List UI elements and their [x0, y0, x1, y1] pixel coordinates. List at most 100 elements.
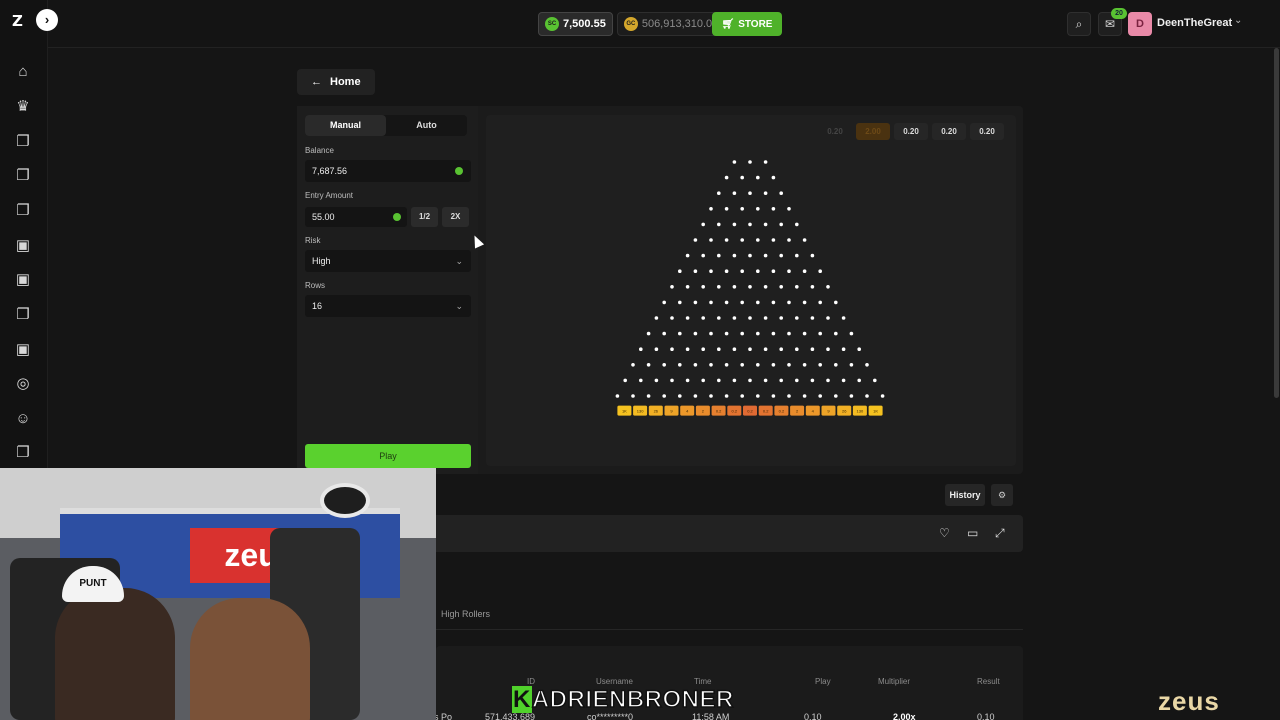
- plinko-peg: [810, 316, 815, 320]
- plinko-peg: [693, 238, 698, 242]
- recent-multipliers: 0.20 2.00 0.20 0.20 0.20: [818, 123, 1004, 140]
- tab-auto[interactable]: Auto: [386, 115, 467, 136]
- username[interactable]: DeenTheGreat: [1157, 17, 1232, 29]
- ticket-nav-icon-3[interactable]: ▣: [13, 340, 33, 360]
- ticket-nav-icon-2[interactable]: ▣: [13, 270, 33, 290]
- store-button[interactable]: 🛒︎ STORE: [712, 12, 782, 36]
- heart-icon[interactable]: ♡: [939, 526, 950, 540]
- plinko-peg: [615, 394, 620, 398]
- plinko-peg: [693, 394, 698, 398]
- theater-mode-icon[interactable]: ▭: [967, 526, 978, 540]
- sc-balance-button[interactable]: SC 7,500.55: [538, 12, 613, 36]
- plinko-peg: [771, 363, 776, 367]
- plinko-peg: [810, 347, 815, 351]
- plinko-peg: [740, 331, 744, 336]
- cam-hat: [320, 483, 370, 518]
- plinko-peg: [787, 331, 791, 336]
- streamer-caption: KADRIENBRONER: [512, 685, 770, 714]
- plinko-peg: [865, 363, 869, 367]
- plinko-peg: [740, 175, 744, 180]
- plinko-peg: [873, 378, 877, 383]
- gift-nav-icon-5[interactable]: ❐: [13, 443, 33, 463]
- plinko-peg: [763, 191, 768, 195]
- home-nav-icon[interactable]: ⌂: [13, 62, 33, 82]
- plinko-bucket-label: 26: [654, 409, 659, 414]
- plinko-bucket-label: 0.2: [779, 409, 785, 414]
- column-header: Result: [977, 677, 1000, 686]
- home-label: Home: [330, 76, 361, 88]
- plinko-peg: [810, 253, 815, 258]
- plinko-peg: [654, 347, 659, 351]
- gift-nav-icon[interactable]: ❐: [13, 132, 33, 152]
- risk-label: Risk: [305, 236, 321, 245]
- fullscreen-icon[interactable]: ⤢: [995, 526, 1005, 541]
- double-button[interactable]: 2X: [442, 207, 469, 227]
- plinko-peg: [685, 285, 690, 289]
- half-button[interactable]: 1/2: [411, 207, 438, 227]
- plinko-peg: [631, 394, 635, 398]
- site-logo-icon[interactable]: 𝗭: [12, 12, 34, 32]
- risk-select[interactable]: High ⌄: [305, 250, 471, 272]
- plinko-peg: [693, 269, 698, 273]
- plinko-peg: [841, 378, 846, 383]
- page-scrollbar[interactable]: [1272, 0, 1280, 400]
- plinko-peg: [748, 191, 752, 195]
- plinko-peg: [834, 363, 838, 367]
- plinko-peg: [748, 316, 752, 320]
- scrollbar-thumb[interactable]: [1274, 48, 1279, 398]
- expand-sidebar-icon[interactable]: ›: [36, 9, 58, 31]
- tab-manual[interactable]: Manual: [305, 115, 386, 136]
- gc-balance: 506,913,310.00: [641, 18, 719, 30]
- wallet: SC 7,500.55 GC 506,913,310.00: [538, 12, 726, 36]
- plinko-peg: [857, 378, 861, 383]
- plinko-peg: [763, 222, 768, 227]
- plinko-peg: [763, 253, 768, 258]
- plinko-peg: [670, 316, 674, 320]
- gc-balance-button[interactable]: GC 506,913,310.00: [616, 12, 726, 36]
- plinko-peg: [693, 363, 698, 367]
- notification-badge: 20: [1111, 8, 1127, 19]
- plinko-peg: [826, 316, 830, 320]
- gear-icon[interactable]: ⚙: [991, 484, 1013, 506]
- gift-nav-icon-4[interactable]: ❐: [13, 305, 33, 325]
- balance-value: 7,687.56: [312, 166, 348, 176]
- home-button[interactable]: ← Home: [297, 69, 375, 95]
- plinko-peg: [779, 378, 783, 383]
- plinko-peg: [748, 285, 752, 289]
- chip-nav-icon[interactable]: ◎: [13, 374, 33, 394]
- cart-icon: 🛒︎: [721, 18, 735, 30]
- plinko-peg: [709, 269, 713, 273]
- avatar[interactable]: D: [1128, 12, 1152, 36]
- search-icon[interactable]: ⌕: [1067, 12, 1091, 36]
- plinko-peg: [709, 207, 713, 211]
- chevron-down-icon[interactable]: ⌄: [1234, 15, 1242, 26]
- ticket-nav-icon[interactable]: ▣: [13, 236, 33, 256]
- column-header: Play: [815, 677, 831, 686]
- plinko-bucket-label: 0.2: [763, 409, 769, 414]
- plinko-peg: [709, 363, 713, 367]
- plinko-peg: [678, 363, 682, 367]
- plinko-peg: [756, 207, 760, 211]
- tab-high-rollers[interactable]: High Rollers: [441, 609, 490, 619]
- plinko-peg: [724, 394, 729, 398]
- plinko-peg: [834, 300, 838, 305]
- rows-select[interactable]: 16 ⌄: [305, 295, 471, 317]
- gift-nav-icon-3[interactable]: ❐: [13, 201, 33, 221]
- plinko-peg: [787, 363, 791, 367]
- user-nav-icon[interactable]: ☺: [13, 409, 33, 429]
- gift-nav-icon-2[interactable]: ❐: [13, 166, 33, 186]
- table-cell: 0.10: [977, 712, 995, 720]
- plinko-peg: [709, 300, 713, 305]
- plinko-peg: [724, 238, 729, 242]
- entry-amount-value: 55.00: [312, 212, 335, 222]
- arrow-left-icon: ←: [311, 76, 322, 88]
- play-button[interactable]: Play: [305, 444, 471, 468]
- plinko-peg: [826, 347, 830, 351]
- history-button[interactable]: History: [945, 484, 985, 506]
- recent-multiplier: 0.20: [894, 123, 928, 140]
- crown-nav-icon[interactable]: ♛: [13, 97, 33, 117]
- entry-amount-input[interactable]: 55.00: [305, 207, 407, 227]
- plinko-bucket-label: 130: [857, 409, 864, 414]
- plinko-peg: [802, 394, 807, 398]
- plinko-peg: [740, 269, 744, 273]
